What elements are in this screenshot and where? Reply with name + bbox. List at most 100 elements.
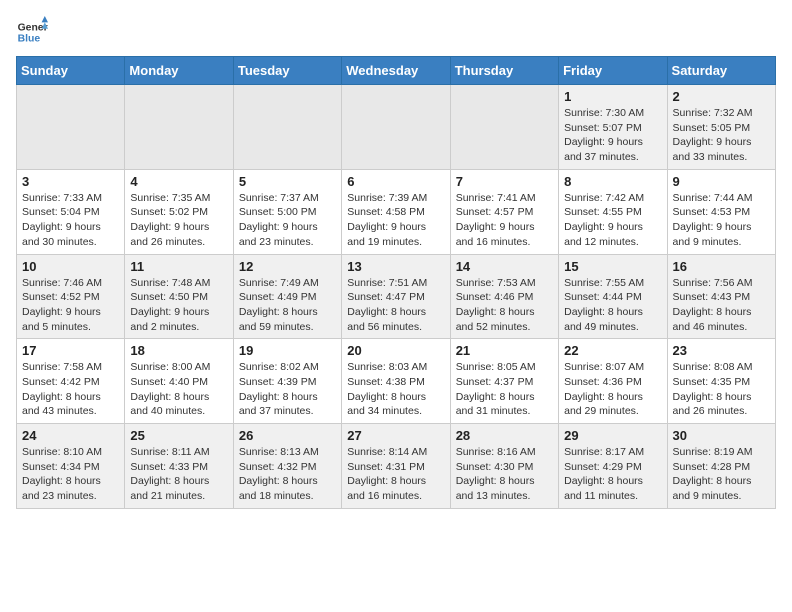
- day-info: Sunrise: 8:16 AM Sunset: 4:30 PM Dayligh…: [456, 445, 553, 504]
- calendar-cell: 13 Sunrise: 7:51 AM Sunset: 4:47 PM Dayli…: [342, 254, 450, 339]
- calendar-week-row: 10 Sunrise: 7:46 AM Sunset: 4:52 PM Dayli…: [17, 254, 776, 339]
- calendar-cell: 11 Sunrise: 7:48 AM Sunset: 4:50 PM Dayli…: [125, 254, 233, 339]
- day-info: Sunrise: 7:51 AM Sunset: 4:47 PM Dayligh…: [347, 276, 444, 335]
- calendar-cell: 2Sunrise: 7:32 AM Sunset: 5:05 PM Daylig…: [667, 85, 775, 170]
- day-number: 7: [456, 174, 553, 189]
- calendar-cell: [233, 85, 341, 170]
- calendar-week-row: 3 Sunrise: 7:33 AM Sunset: 5:04 PM Daylig…: [17, 169, 776, 254]
- day-number: 18: [130, 343, 227, 358]
- day-info: Sunrise: 7:46 AM Sunset: 4:52 PM Dayligh…: [22, 276, 119, 335]
- logo: General Blue: [16, 16, 48, 48]
- calendar-cell: 21 Sunrise: 8:05 AM Sunset: 4:37 PM Dayli…: [450, 339, 558, 424]
- day-info: Sunrise: 8:05 AM Sunset: 4:37 PM Dayligh…: [456, 360, 553, 419]
- day-info: Sunrise: 7:49 AM Sunset: 4:49 PM Dayligh…: [239, 276, 336, 335]
- calendar-cell: 9 Sunrise: 7:44 AM Sunset: 4:53 PM Daylig…: [667, 169, 775, 254]
- weekday-header: Thursday: [450, 57, 558, 85]
- page-header: General Blue: [16, 16, 776, 48]
- day-number: 1: [564, 89, 661, 104]
- day-info: Sunrise: 7:33 AM Sunset: 5:04 PM Dayligh…: [22, 191, 119, 250]
- day-number: 4: [130, 174, 227, 189]
- day-number: 11: [130, 259, 227, 274]
- day-info: Sunrise: 8:08 AM Sunset: 4:35 PM Dayligh…: [673, 360, 770, 419]
- calendar-cell: [125, 85, 233, 170]
- day-info: Sunrise: 8:14 AM Sunset: 4:31 PM Dayligh…: [347, 445, 444, 504]
- day-info: Sunrise: 8:10 AM Sunset: 4:34 PM Dayligh…: [22, 445, 119, 504]
- day-number: 25: [130, 428, 227, 443]
- day-number: 5: [239, 174, 336, 189]
- day-number: 24: [22, 428, 119, 443]
- calendar-cell: 27 Sunrise: 8:14 AM Sunset: 4:31 PM Dayli…: [342, 424, 450, 509]
- day-number: 13: [347, 259, 444, 274]
- calendar-cell: 23 Sunrise: 8:08 AM Sunset: 4:35 PM Dayli…: [667, 339, 775, 424]
- calendar-cell: 16Sunrise: 7:56 AM Sunset: 4:43 PM Dayli…: [667, 254, 775, 339]
- calendar-cell: 24 Sunrise: 8:10 AM Sunset: 4:34 PM Dayli…: [17, 424, 125, 509]
- calendar-cell: 7Sunrise: 7:41 AM Sunset: 4:57 PM Daylig…: [450, 169, 558, 254]
- day-number: 3: [22, 174, 119, 189]
- day-number: 2: [673, 89, 770, 104]
- weekday-header: Saturday: [667, 57, 775, 85]
- calendar-cell: 28 Sunrise: 8:16 AM Sunset: 4:30 PM Dayli…: [450, 424, 558, 509]
- weekday-header: Wednesday: [342, 57, 450, 85]
- calendar-cell: 1 Sunrise: 7:30 AM Sunset: 5:07 PM Daylig…: [559, 85, 667, 170]
- weekday-header: Friday: [559, 57, 667, 85]
- calendar-cell: 22Sunrise: 8:07 AM Sunset: 4:36 PM Dayli…: [559, 339, 667, 424]
- calendar-cell: 19Sunrise: 8:02 AM Sunset: 4:39 PM Dayli…: [233, 339, 341, 424]
- day-info: Sunrise: 8:02 AM Sunset: 4:39 PM Dayligh…: [239, 360, 336, 419]
- calendar-cell: 14 Sunrise: 7:53 AM Sunset: 4:46 PM Dayli…: [450, 254, 558, 339]
- calendar-table: SundayMondayTuesdayWednesdayThursdayFrid…: [16, 56, 776, 509]
- day-info: Sunrise: 8:13 AM Sunset: 4:32 PM Dayligh…: [239, 445, 336, 504]
- day-number: 26: [239, 428, 336, 443]
- calendar-cell: 26 Sunrise: 8:13 AM Sunset: 4:32 PM Dayli…: [233, 424, 341, 509]
- calendar-cell: 12 Sunrise: 7:49 AM Sunset: 4:49 PM Dayli…: [233, 254, 341, 339]
- day-info: Sunrise: 7:37 AM Sunset: 5:00 PM Dayligh…: [239, 191, 336, 250]
- calendar-cell: 6Sunrise: 7:39 AM Sunset: 4:58 PM Daylig…: [342, 169, 450, 254]
- calendar-cell: [342, 85, 450, 170]
- calendar-cell: 4 Sunrise: 7:35 AM Sunset: 5:02 PM Daylig…: [125, 169, 233, 254]
- calendar-cell: 17 Sunrise: 7:58 AM Sunset: 4:42 PM Dayli…: [17, 339, 125, 424]
- day-info: Sunrise: 7:30 AM Sunset: 5:07 PM Dayligh…: [564, 106, 661, 165]
- calendar-cell: 18 Sunrise: 8:00 AM Sunset: 4:40 PM Dayli…: [125, 339, 233, 424]
- calendar-cell: 25 Sunrise: 8:11 AM Sunset: 4:33 PM Dayli…: [125, 424, 233, 509]
- calendar-week-row: 1 Sunrise: 7:30 AM Sunset: 5:07 PM Daylig…: [17, 85, 776, 170]
- day-info: Sunrise: 8:03 AM Sunset: 4:38 PM Dayligh…: [347, 360, 444, 419]
- weekday-header: Monday: [125, 57, 233, 85]
- calendar-cell: 29 Sunrise: 8:17 AM Sunset: 4:29 PM Dayli…: [559, 424, 667, 509]
- day-info: Sunrise: 7:55 AM Sunset: 4:44 PM Dayligh…: [564, 276, 661, 335]
- day-info: Sunrise: 7:39 AM Sunset: 4:58 PM Dayligh…: [347, 191, 444, 250]
- day-info: Sunrise: 7:48 AM Sunset: 4:50 PM Dayligh…: [130, 276, 227, 335]
- day-info: Sunrise: 7:44 AM Sunset: 4:53 PM Dayligh…: [673, 191, 770, 250]
- day-number: 21: [456, 343, 553, 358]
- day-info: Sunrise: 8:17 AM Sunset: 4:29 PM Dayligh…: [564, 445, 661, 504]
- calendar-cell: 15 Sunrise: 7:55 AM Sunset: 4:44 PM Dayli…: [559, 254, 667, 339]
- weekday-header: Tuesday: [233, 57, 341, 85]
- day-number: 10: [22, 259, 119, 274]
- calendar-week-row: 24 Sunrise: 8:10 AM Sunset: 4:34 PM Dayli…: [17, 424, 776, 509]
- day-info: Sunrise: 8:11 AM Sunset: 4:33 PM Dayligh…: [130, 445, 227, 504]
- day-info: Sunrise: 7:42 AM Sunset: 4:55 PM Dayligh…: [564, 191, 661, 250]
- calendar-cell: 5 Sunrise: 7:37 AM Sunset: 5:00 PM Daylig…: [233, 169, 341, 254]
- day-number: 23: [673, 343, 770, 358]
- day-number: 29: [564, 428, 661, 443]
- day-number: 15: [564, 259, 661, 274]
- weekday-header-row: SundayMondayTuesdayWednesdayThursdayFrid…: [17, 57, 776, 85]
- calendar-cell: [450, 85, 558, 170]
- day-info: Sunrise: 7:35 AM Sunset: 5:02 PM Dayligh…: [130, 191, 227, 250]
- day-number: 20: [347, 343, 444, 358]
- day-info: Sunrise: 7:53 AM Sunset: 4:46 PM Dayligh…: [456, 276, 553, 335]
- calendar-cell: 8 Sunrise: 7:42 AM Sunset: 4:55 PM Daylig…: [559, 169, 667, 254]
- day-info: Sunrise: 7:58 AM Sunset: 4:42 PM Dayligh…: [22, 360, 119, 419]
- day-number: 12: [239, 259, 336, 274]
- calendar-cell: 10 Sunrise: 7:46 AM Sunset: 4:52 PM Dayli…: [17, 254, 125, 339]
- day-number: 16: [673, 259, 770, 274]
- day-number: 8: [564, 174, 661, 189]
- calendar-cell: [17, 85, 125, 170]
- day-info: Sunrise: 8:19 AM Sunset: 4:28 PM Dayligh…: [673, 445, 770, 504]
- day-number: 9: [673, 174, 770, 189]
- weekday-header: Sunday: [17, 57, 125, 85]
- day-number: 27: [347, 428, 444, 443]
- day-number: 28: [456, 428, 553, 443]
- day-number: 17: [22, 343, 119, 358]
- logo-icon: General Blue: [16, 16, 48, 48]
- day-number: 14: [456, 259, 553, 274]
- day-info: Sunrise: 8:00 AM Sunset: 4:40 PM Dayligh…: [130, 360, 227, 419]
